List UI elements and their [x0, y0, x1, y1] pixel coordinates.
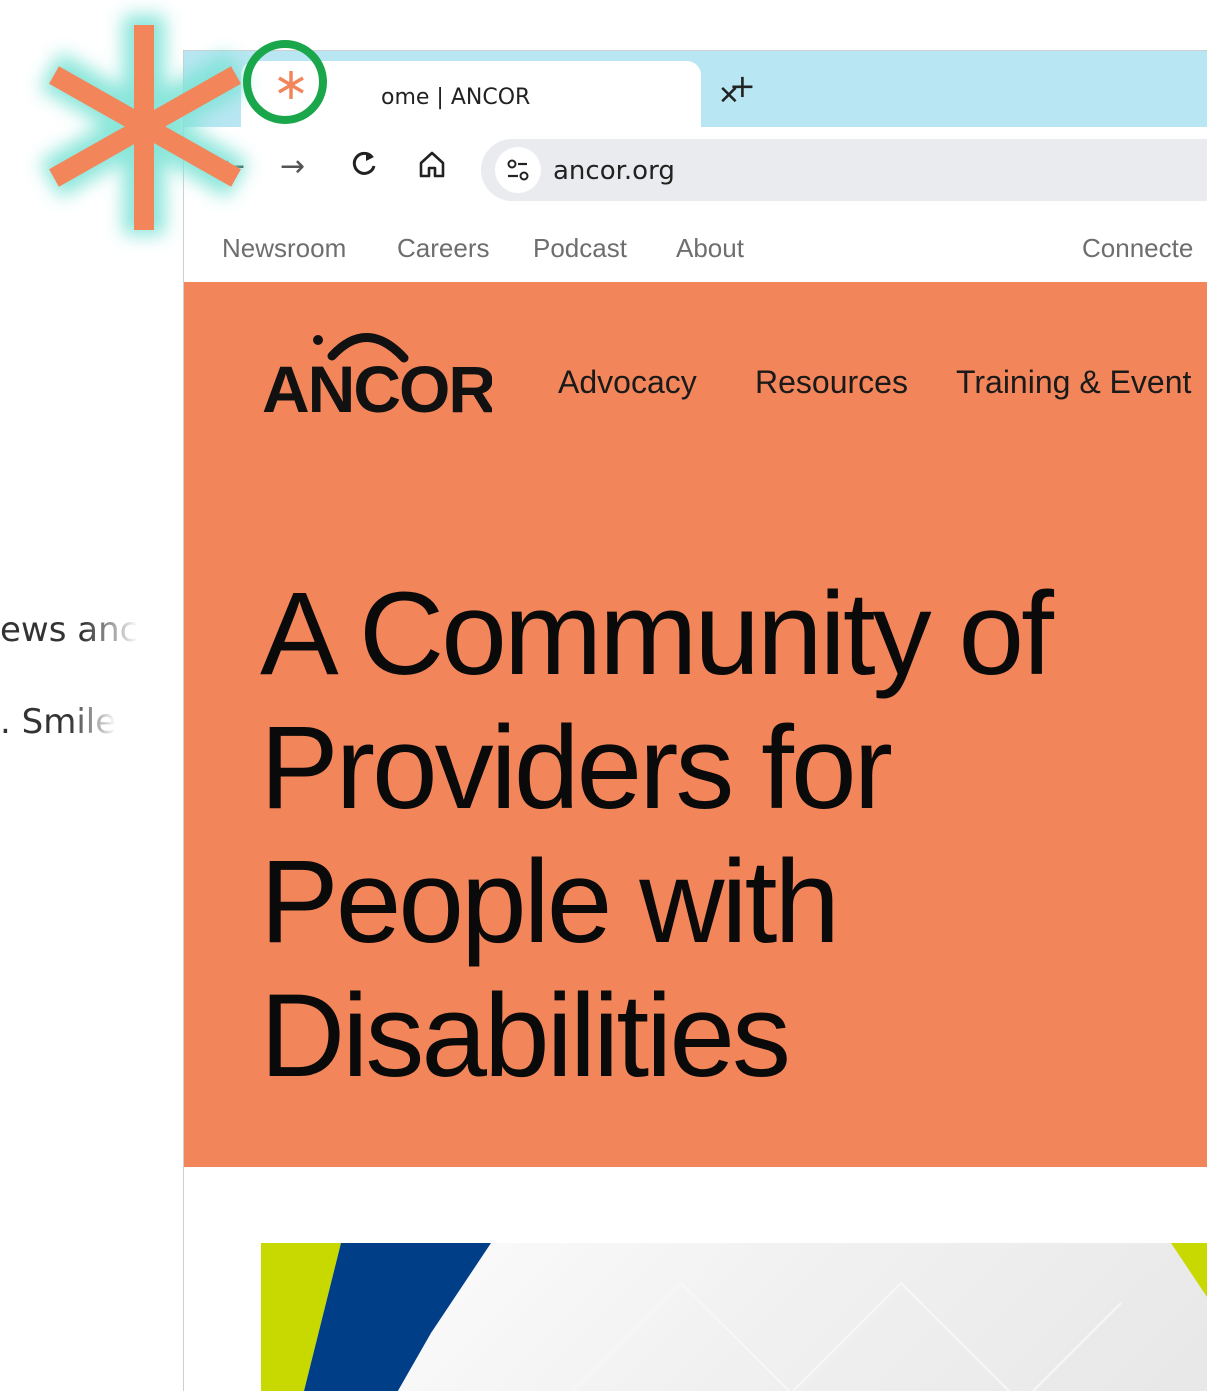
forward-arrow-icon[interactable]: →: [280, 149, 305, 184]
background-document-text-line: ews anc: [0, 610, 139, 650]
nav-link-podcast[interactable]: Podcast: [533, 233, 627, 264]
hero-section: ANCOR Advocacy Resources Training & Even…: [184, 282, 1207, 1167]
browser-window: ome | ANCOR ✕ + ← →: [183, 50, 1207, 1391]
url-text[interactable]: ancor.org: [553, 156, 675, 186]
background-document-text-line: . Smile: [0, 702, 117, 742]
headline-line: People with: [260, 836, 840, 968]
banner-graphic: [261, 1243, 1207, 1391]
tune-icon: [507, 159, 529, 181]
asterisk-icon: [10, 0, 280, 280]
feature-banner-image[interactable]: [261, 1243, 1207, 1391]
favicon-asterisk-icon[interactable]: [273, 67, 309, 103]
utility-navigation: Newsroom Careers Podcast About Connecte: [184, 215, 1207, 282]
reload-icon-glyph: [352, 151, 376, 175]
home-icon-glyph: [419, 151, 445, 178]
favicon-glyph: [278, 71, 304, 99]
nav-link-connected[interactable]: Connecte: [1082, 233, 1193, 264]
nav-link-about[interactable]: About: [676, 233, 744, 264]
hero-headline: A Community of Providers for People with…: [260, 567, 1207, 1103]
headline-line: Providers for: [260, 702, 893, 834]
ancor-logo[interactable]: ANCOR: [262, 320, 497, 426]
asterisk-annotation: [39, 15, 249, 235]
nav-training-events[interactable]: Training & Event: [956, 364, 1191, 401]
ancor-logo-mark: ANCOR: [262, 333, 497, 426]
browser-toolbar: ← → ancor.org: [184, 127, 1207, 216]
home-icon[interactable]: [418, 149, 446, 187]
tab-strip: ome | ANCOR ✕ +: [184, 51, 1207, 127]
reload-icon[interactable]: [350, 149, 378, 187]
new-tab-button[interactable]: +: [729, 67, 756, 105]
tab-title: ome | ANCOR: [381, 85, 531, 110]
nav-resources[interactable]: Resources: [755, 364, 908, 401]
nav-link-careers[interactable]: Careers: [397, 233, 489, 264]
headline-line: Disabilities: [260, 970, 791, 1102]
address-bar[interactable]: ancor.org: [481, 139, 1207, 201]
nav-advocacy[interactable]: Advocacy: [558, 364, 697, 401]
headline-line: A Community of: [260, 568, 1054, 700]
site-info-icon[interactable]: [495, 147, 541, 193]
logo-wordmark: ANCOR: [262, 352, 492, 420]
